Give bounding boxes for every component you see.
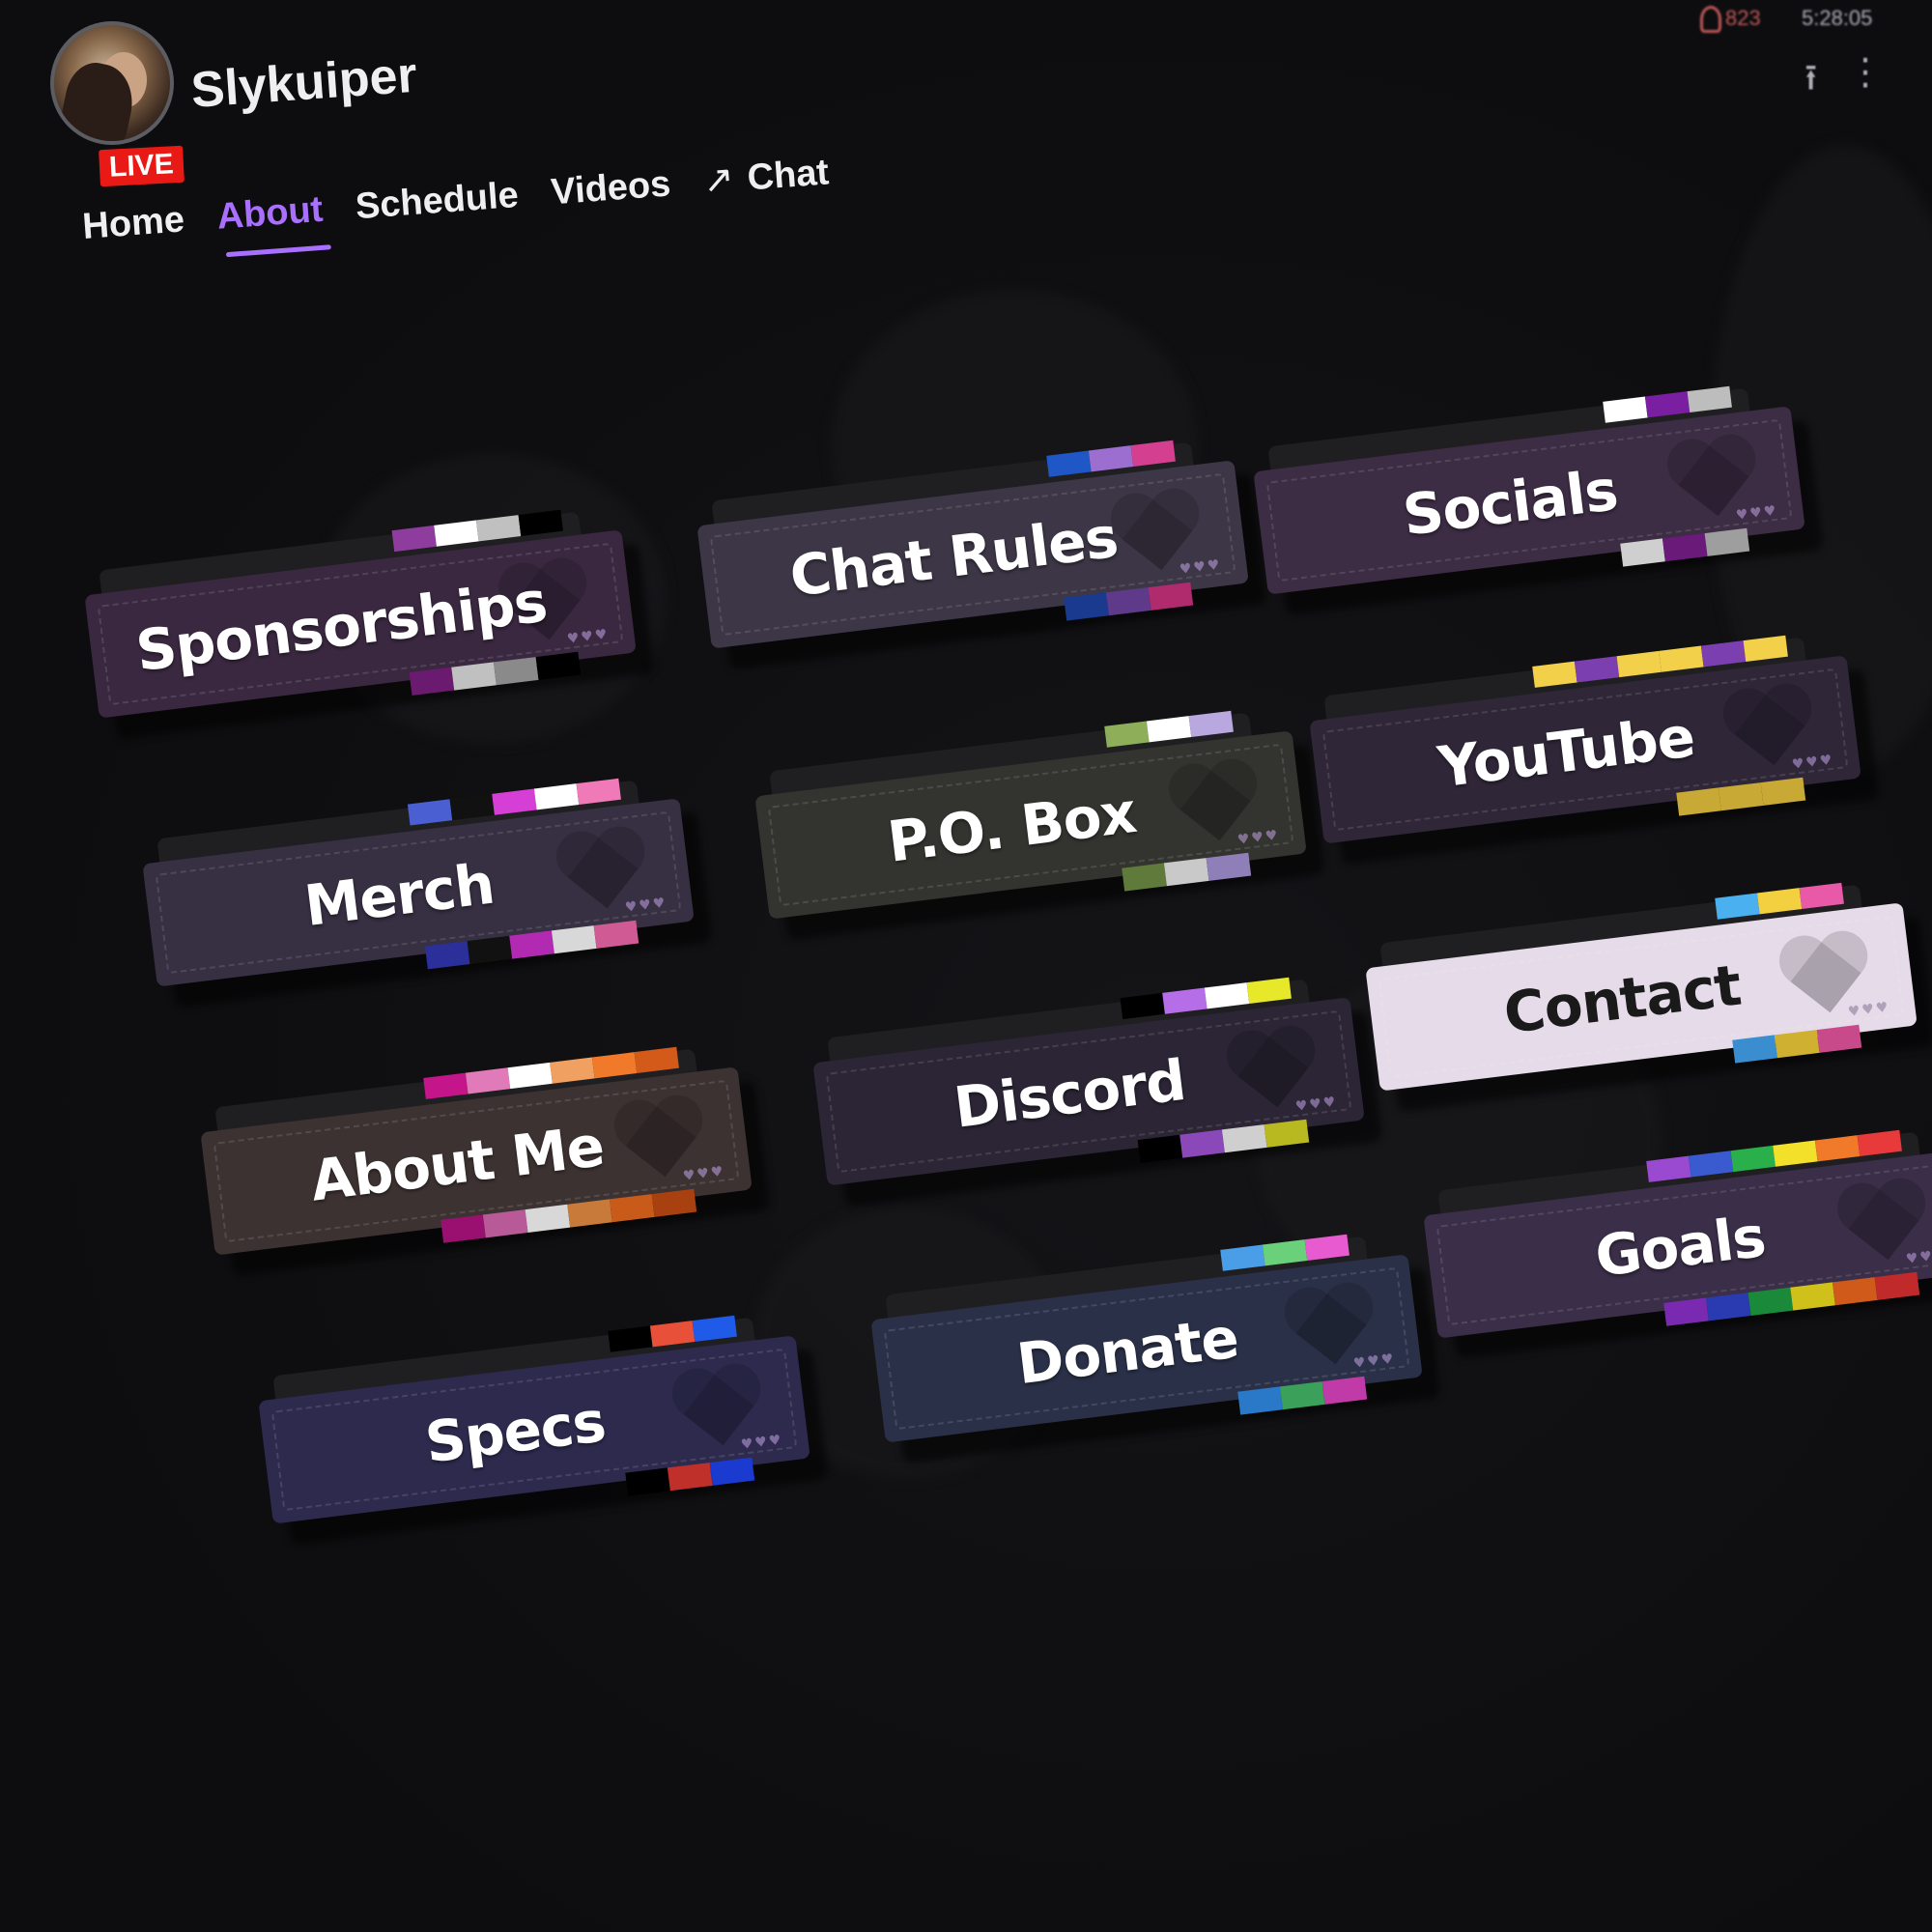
- panel-donate[interactable]: ♥♥♥ Donate: [868, 1233, 1441, 1464]
- panel-contact[interactable]: ♥♥♥ Contact: [1363, 881, 1932, 1113]
- panel-sponsorships[interactable]: ♥♥♥ Sponsorships: [82, 508, 655, 740]
- panel-youtube[interactable]: ♥♥♥ YouTube: [1307, 634, 1880, 866]
- channel-about-page: LIVE Slykuiper 823 5:28:05 ⭱ ⋮ Home Abou…: [0, 0, 1932, 1932]
- panel-socials[interactable]: ♥♥♥ Socials: [1251, 384, 1824, 616]
- about-panels-grid: ♥♥♥ Sponsorships ♥♥♥ Chat Rules ♥♥♥ Socials ♥♥…: [0, 0, 1932, 1932]
- panel-specs[interactable]: ♥♥♥ Specs: [256, 1314, 829, 1546]
- panel-merch[interactable]: ♥♥♥ Merch: [140, 777, 713, 1009]
- panel-chat-rules[interactable]: ♥♥♥ Chat Rules: [695, 439, 1267, 670]
- panel-p-o-box[interactable]: ♥♥♥ P.O. Box: [753, 709, 1325, 941]
- panel-discord[interactable]: ♥♥♥ Discord: [810, 976, 1383, 1208]
- panel-about-me[interactable]: ♥♥♥ About Me: [198, 1045, 771, 1277]
- panel-goals[interactable]: ♥♥♥ Goals: [1421, 1128, 1932, 1360]
